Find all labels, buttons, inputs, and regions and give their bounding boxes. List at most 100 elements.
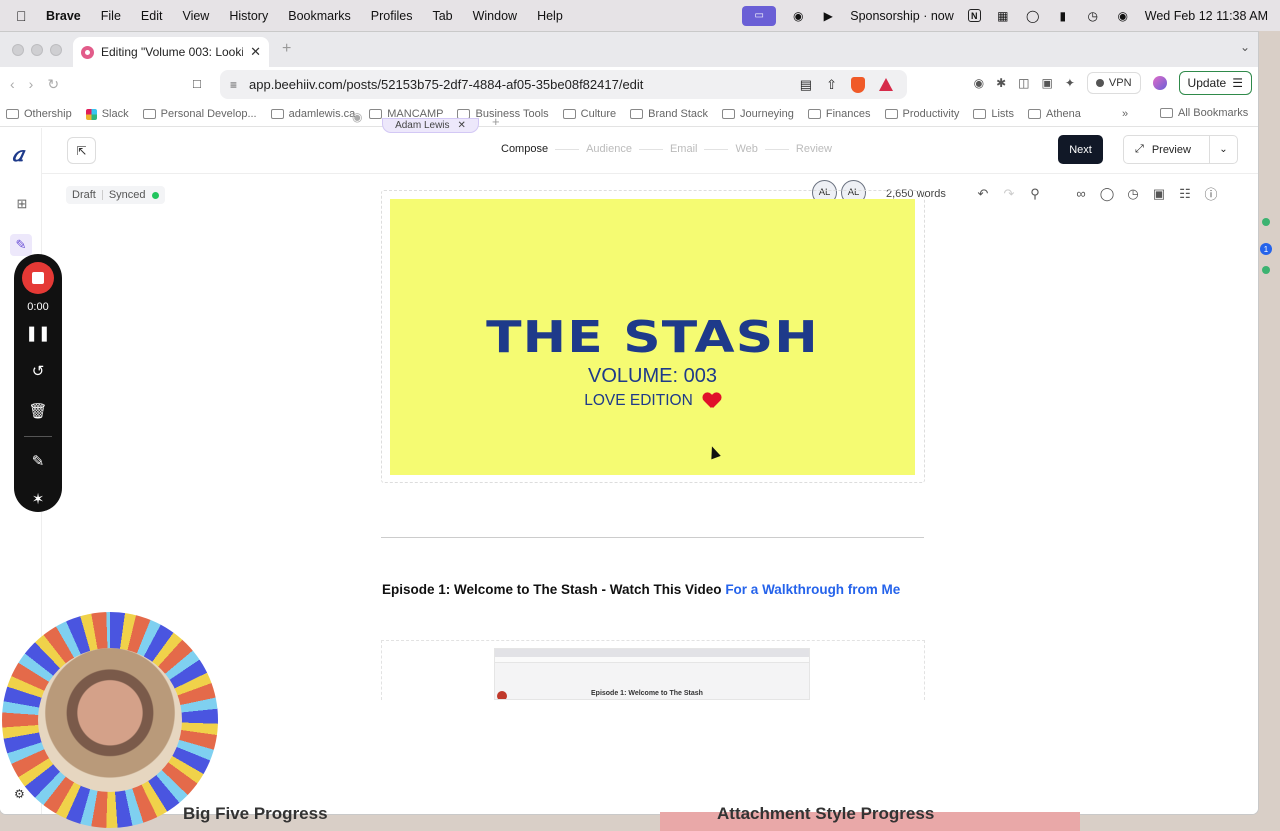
clock-icon[interactable]: ◷ [1085, 9, 1101, 23]
menu-bookmarks[interactable]: Bookmarks [288, 9, 351, 23]
grid-icon[interactable]: ▦ [995, 9, 1011, 23]
menu-view[interactable]: View [182, 9, 209, 23]
bookmark-slack[interactable]: Slack [85, 108, 129, 120]
next-button[interactable]: Next [1058, 135, 1103, 164]
bookmark-journeying[interactable]: Journeying [722, 108, 794, 120]
compass-icon[interactable]: ◉ [790, 9, 806, 23]
restart-icon[interactable]: ↺ [14, 362, 62, 380]
forward-icon[interactable]: › [29, 76, 34, 93]
active-tab[interactable]: Editing "Volume 003: Looking ✕ [73, 37, 269, 67]
pause-icon[interactable]: ❚❚ [14, 324, 62, 342]
tab-menu-chevron-icon[interactable]: ⌄ [1240, 40, 1250, 54]
episode-heading[interactable]: Episode 1: Welcome to The Stash - Watch … [382, 582, 900, 597]
bookmark-othership[interactable]: Othership [6, 108, 72, 120]
apple-icon[interactable]:  [16, 8, 32, 24]
bookmark-finances[interactable]: Finances [807, 108, 871, 120]
brave-rewards-icon[interactable] [879, 78, 893, 91]
search-icon[interactable]: ⚲ [1028, 186, 1042, 202]
address-bar[interactable]: ≡ app.beehiiv.com/posts/52153b75-2df7-48… [220, 70, 907, 99]
bookmark-personal-develop[interactable]: Personal Develop... [142, 108, 257, 120]
stop-recording-button[interactable] [22, 262, 54, 294]
menu-history[interactable]: History [229, 9, 268, 23]
menu-help[interactable]: Help [537, 9, 563, 23]
preview-button[interactable]: ⤢ Preview [1124, 136, 1210, 163]
step-review[interactable]: Review [796, 143, 832, 155]
step-web[interactable]: Web [735, 143, 757, 155]
wallet-icon[interactable]: ▣ [1042, 76, 1053, 90]
puzzle-icon[interactable]: ✱ [996, 76, 1006, 90]
step-email[interactable]: Email [670, 143, 698, 155]
hidden-eye-icon[interactable]: ◉ [352, 110, 362, 124]
webcam-bubble[interactable]: ⚙ [0, 610, 220, 831]
url-text[interactable]: app.beehiiv.com/posts/52153b75-2df7-4884… [249, 77, 800, 92]
edit-post-icon[interactable]: ✎ [10, 234, 32, 256]
back-icon[interactable]: ‹ [10, 76, 15, 93]
apps-grid-icon[interactable]: ⊞ [14, 196, 30, 212]
pencil-icon[interactable]: ✎ [14, 452, 62, 470]
leo-icon[interactable]: ✦ [1065, 76, 1075, 90]
notion-icon[interactable]: N [967, 9, 981, 22]
step-audience[interactable]: Audience [586, 143, 632, 155]
close-window-button[interactable] [12, 44, 24, 56]
author-chip[interactable]: Adam Lewis ✕ [382, 118, 479, 133]
menu-tab[interactable]: Tab [432, 9, 452, 23]
bookmark-page-icon[interactable]: □ [193, 76, 201, 91]
minimize-window-button[interactable] [31, 44, 43, 56]
play-icon[interactable]: ▶ [820, 9, 836, 23]
add-author-icon[interactable]: + [492, 114, 500, 129]
newsletter-banner-image[interactable]: THE STASH VOLUME: 003 LOVE EDITION [390, 199, 915, 475]
bookmark-brand-stack[interactable]: Brand Stack [630, 108, 708, 120]
circle-icon[interactable]: ◯ [1025, 9, 1041, 23]
site-settings-icon[interactable]: ≡ [230, 78, 237, 92]
bookmarks-overflow-icon[interactable]: » [1122, 108, 1128, 120]
undo-icon[interactable]: ↶ [976, 186, 990, 202]
sponsorship-status[interactable]: Sponsorship · now [850, 9, 954, 23]
all-bookmarks[interactable]: All Bookmarks [1160, 107, 1248, 119]
collapse-arrow-icon[interactable]: ⇱ [67, 137, 96, 164]
bookmark-lists[interactable]: Lists [973, 108, 1014, 120]
close-tab-icon[interactable]: ✕ [250, 44, 261, 60]
menu-file[interactable]: File [101, 9, 121, 23]
battery-icon[interactable]: ▮ [1055, 9, 1071, 23]
update-button[interactable]: Update ☰ [1178, 71, 1252, 95]
preview-dropdown-chevron-icon[interactable]: ⌄ [1210, 144, 1237, 155]
control-center-icon[interactable]: ◉ [1115, 9, 1131, 23]
menu-window[interactable]: Window [473, 9, 517, 23]
video-thumbnail[interactable]: Episode 1: Welcome to The Stash [494, 648, 810, 700]
menu-datetime[interactable]: Wed Feb 12 11:38 AM [1145, 9, 1268, 23]
history-icon[interactable]: ◷ [1126, 186, 1140, 202]
sidebar-icon[interactable]: ◫ [1018, 76, 1029, 90]
bookmark-culture[interactable]: Culture [562, 108, 616, 120]
bookmark-athena[interactable]: Athena [1028, 108, 1081, 120]
remove-author-icon[interactable]: ✕ [458, 120, 466, 131]
walkthrough-link[interactable]: For a Walkthrough from Me [725, 582, 900, 597]
extension-icon[interactable]: ◉ [974, 76, 984, 90]
bookmark-label: adamlewis.ca [288, 108, 356, 120]
new-tab-icon[interactable]: + [282, 40, 291, 58]
trash-icon[interactable]: 🗑 [14, 402, 62, 420]
menu-app-name[interactable]: Brave [46, 9, 81, 23]
screen-record-icon[interactable]: ▭ [742, 5, 777, 26]
save-icon[interactable]: ▣ [1152, 186, 1166, 202]
effects-sparkle-icon[interactable]: ✶ [14, 490, 62, 508]
reload-icon[interactable]: ↻ [47, 76, 59, 93]
brave-shield-icon[interactable] [851, 76, 865, 93]
share-icon[interactable]: ⇧ [826, 77, 837, 93]
beehiiv-logo-icon[interactable]: 𝑎 [12, 142, 24, 166]
zoom-window-button[interactable] [50, 44, 62, 56]
webcam-settings-gear-icon[interactable]: ⚙ [14, 787, 25, 801]
menu-edit[interactable]: Edit [141, 9, 163, 23]
bookmark-productivity[interactable]: Productivity [884, 108, 959, 120]
settings-sliders-icon[interactable]: ☷ [1178, 186, 1192, 202]
comment-icon[interactable]: ◯ [1100, 186, 1115, 202]
toolbar-right: ◉ ✱ ◫ ▣ ✦ VPN Update ☰ [974, 71, 1252, 95]
help-icon[interactable]: ⓘ [1204, 184, 1218, 203]
vpn-button[interactable]: VPN [1086, 72, 1141, 94]
link-icon[interactable]: ∞ [1074, 186, 1088, 201]
reader-mode-icon[interactable]: ▤ [800, 77, 812, 93]
menu-profiles[interactable]: Profiles [371, 9, 413, 23]
redo-icon[interactable]: ↷ [1002, 186, 1016, 202]
profile-orb-icon[interactable] [1152, 76, 1167, 90]
step-compose[interactable]: Compose [501, 143, 548, 155]
bookmark-adamlewis[interactable]: adamlewis.ca [270, 108, 356, 120]
